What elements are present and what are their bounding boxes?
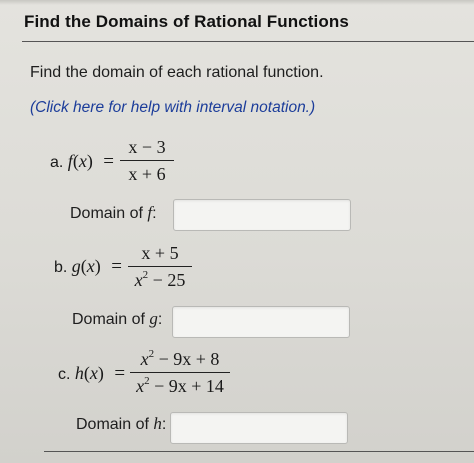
problem-a-denominator: x + 6 bbox=[128, 164, 166, 184]
instructions-text: Find the domain of each rational functio… bbox=[30, 64, 324, 81]
bottom-divider bbox=[44, 451, 474, 452]
problem-c-letter: c. bbox=[58, 366, 71, 383]
domain-g-input[interactable] bbox=[172, 306, 350, 338]
domain-g-fn: g bbox=[149, 309, 158, 328]
top-edge-shadow bbox=[0, 0, 474, 5]
problem-b-numerator: x + 5 bbox=[141, 243, 179, 263]
domain-g-colon: : bbox=[157, 311, 163, 328]
title-divider bbox=[22, 41, 474, 42]
problem-c-variable: x bbox=[89, 363, 98, 383]
problem-a-label: a. f(x) = bbox=[50, 151, 114, 172]
domain-h-input[interactable] bbox=[170, 412, 348, 444]
domain-g-label: Domain of g: bbox=[72, 309, 162, 329]
problem-b-fraction: x + 5 x2 − 25 bbox=[128, 242, 192, 291]
problem-c-fraction-bar bbox=[130, 372, 230, 373]
interval-notation-help-link[interactable]: (Click here for help with interval notat… bbox=[30, 99, 315, 117]
domain-h-fn: h bbox=[153, 414, 162, 433]
problem-b-label: b. g(x) = bbox=[54, 256, 122, 277]
problem-a-numerator: x − 3 bbox=[128, 137, 166, 157]
domain-g-prefix: Domain of bbox=[72, 311, 145, 328]
domain-f-colon: : bbox=[152, 205, 157, 222]
problem-b-denominator: x2 − 25 bbox=[134, 269, 186, 291]
problem-b-variable: x bbox=[86, 256, 95, 276]
problem-c-function-name: h bbox=[74, 363, 84, 383]
problem-a-fraction: x − 3 x + 6 bbox=[120, 136, 174, 185]
problem-c-numerator: x2 − 9x + 8 bbox=[140, 348, 220, 370]
problem-a-letter: a. bbox=[50, 154, 64, 171]
domain-f-input[interactable] bbox=[173, 199, 351, 231]
worksheet-page: Find the Domains of Rational Functions F… bbox=[0, 0, 474, 463]
domain-f-label: Domain of f: bbox=[70, 203, 157, 223]
problem-c-label: c. h(x) = bbox=[58, 363, 126, 384]
domain-f-prefix: Domain of bbox=[70, 205, 143, 222]
problem-c-fraction: x2 − 9x + 8 x2 − 9x + 14 bbox=[130, 348, 230, 397]
domain-h-prefix: Domain of bbox=[76, 416, 149, 433]
page-title: Find the Domains of Rational Functions bbox=[24, 12, 349, 31]
problem-a-variable: x bbox=[78, 151, 87, 171]
problem-b-function-name: g bbox=[71, 256, 81, 276]
problem-c-denominator: x2 − 9x + 14 bbox=[136, 375, 224, 397]
domain-h-label: Domain of h: bbox=[76, 414, 166, 434]
problem-b-fraction-bar bbox=[128, 266, 192, 267]
problem-a-fraction-bar bbox=[120, 160, 174, 161]
domain-h-colon: : bbox=[161, 416, 167, 433]
problem-b-letter: b. bbox=[54, 259, 68, 276]
